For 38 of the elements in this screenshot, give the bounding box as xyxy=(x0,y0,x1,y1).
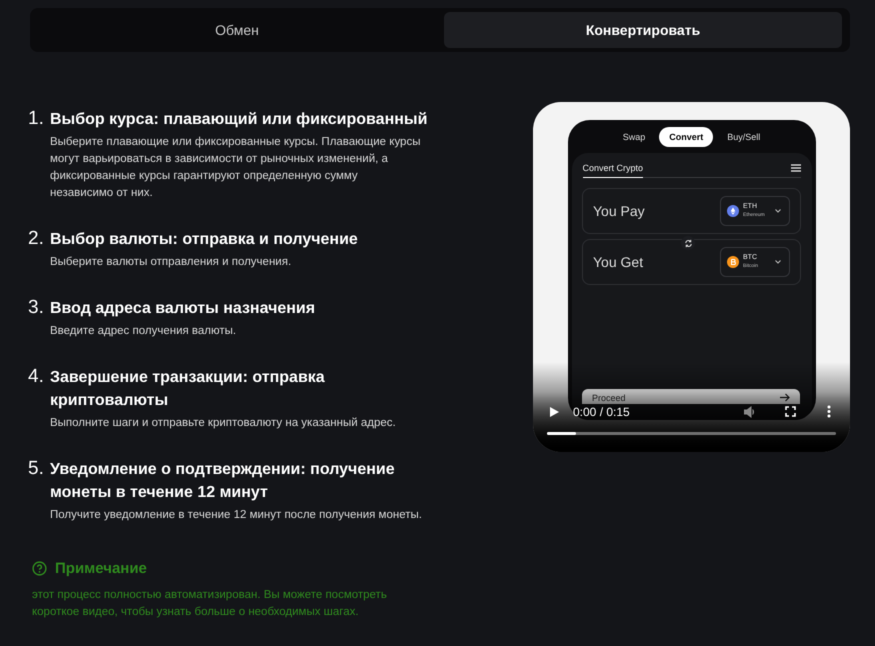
step-title: Завершение транзакции: отправка криптовалюты xyxy=(50,368,326,411)
note-title: Примечание xyxy=(55,560,147,577)
tab[interactable]: Обмен xyxy=(38,12,436,48)
step-title: Уведомление о подтверждении: получение монеты в течение 12 минут xyxy=(50,460,396,503)
play-icon[interactable] xyxy=(550,407,559,417)
arrow-right-icon xyxy=(780,393,790,402)
step-title: Выбор валюты: отправка и получение xyxy=(50,230,359,250)
tab[interactable]: Конвертировать xyxy=(444,12,842,48)
app-tab[interactable]: Buy/Sell xyxy=(717,127,770,147)
app-tab[interactable]: Swap xyxy=(612,127,656,147)
row-label: You Get xyxy=(593,254,644,270)
swap-icon[interactable] xyxy=(684,238,692,248)
step-title: Ввод адреса валюты назначения xyxy=(50,299,316,319)
step-number: 4. xyxy=(28,366,45,388)
step-description: Введите адрес получения валюты. xyxy=(50,324,238,339)
proceed-button[interactable]: Proceed xyxy=(582,389,800,404)
menu-icon[interactable] xyxy=(790,164,800,172)
step-description: Выполните шаги и отправьте криптовалюту на указанный адрес. xyxy=(50,416,397,431)
chevron-down-icon xyxy=(775,209,781,213)
panel-tab[interactable]: Convert Crypto xyxy=(582,163,644,178)
step-number: 1. xyxy=(28,108,45,130)
step-description: Получите уведомление в течение 12 минут после получения монеты. xyxy=(50,508,422,523)
step-number: 2. xyxy=(28,228,45,250)
app-tab[interactable]: Convert xyxy=(659,127,714,147)
step-description: Выберите плавающие или фиксированные курсы. Плавающие курсы могут варьироваться в зависимости от рыночных изменений, а фиксированные курсы гарантируют определенную сумму независимо от них. xyxy=(50,135,422,201)
help-icon xyxy=(32,561,47,576)
fullscreen-icon[interactable] xyxy=(785,406,796,417)
step-description: Выберите валюты отправления и получения. xyxy=(50,255,292,270)
chevron-down-icon xyxy=(775,260,781,264)
row-label: You Pay xyxy=(593,203,645,219)
video-time: 0:00 / 0:15 xyxy=(573,405,630,419)
note-text: этот процесс полностью автоматизирован. Вы можете посмотреть короткое видео, чтобы узнать больше о необходимых шагах. xyxy=(32,588,388,620)
step-number: 5. xyxy=(28,458,45,480)
step-number: 3. xyxy=(28,297,45,319)
step-title: Выбор курса: плавающий или фиксированный xyxy=(50,110,428,130)
progress-bar[interactable] xyxy=(547,432,836,435)
more-icon[interactable] xyxy=(827,405,831,418)
volume-icon[interactable] xyxy=(744,406,756,418)
